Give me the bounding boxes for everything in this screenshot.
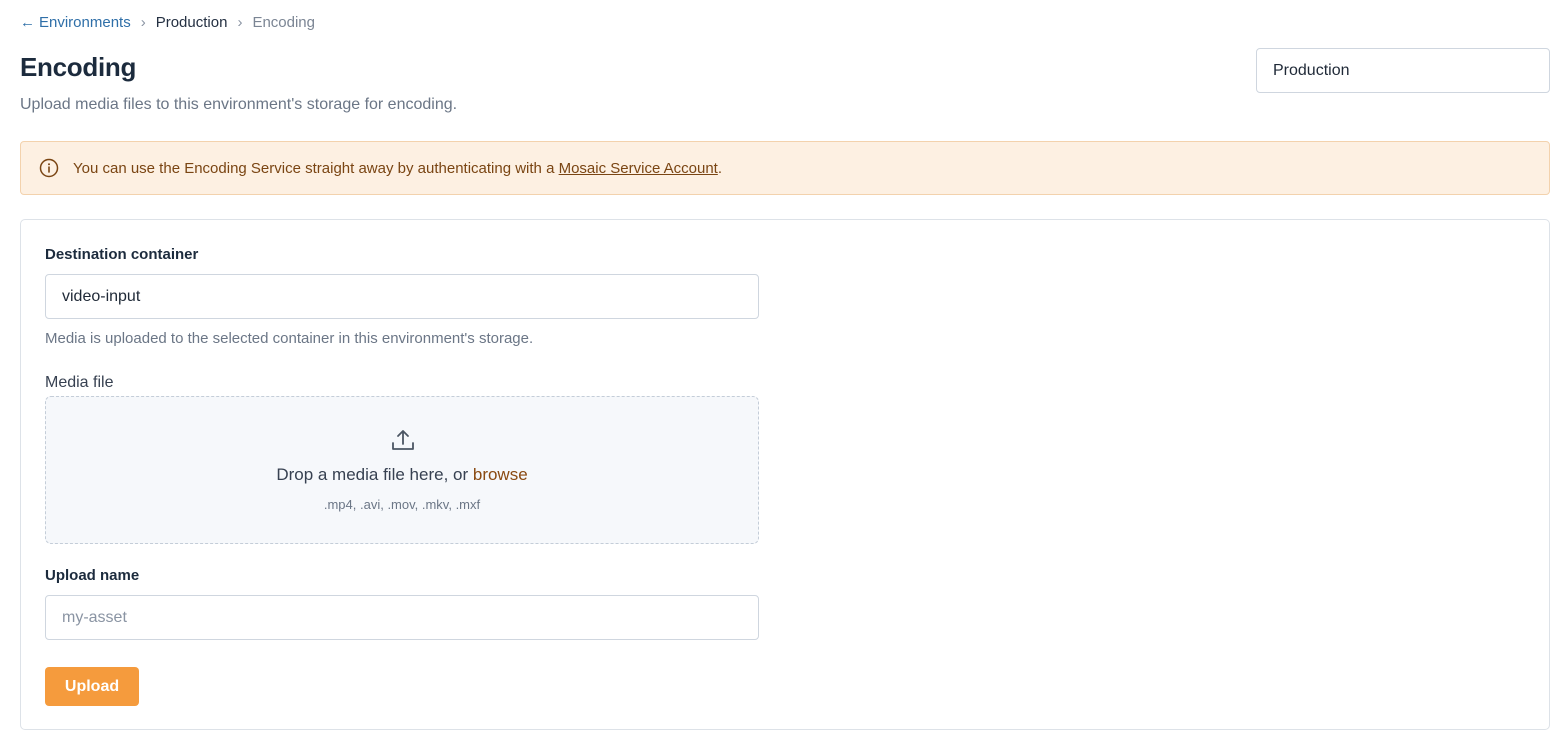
upload-form-card: Destination container video-input Media …: [20, 219, 1550, 730]
alert-message: You can use the Encoding Service straigh…: [73, 160, 722, 177]
browse-link[interactable]: browse: [473, 465, 528, 484]
dropzone-text: Drop a media file here, or browse: [46, 465, 758, 485]
page-title: Encoding: [20, 52, 137, 82]
breadcrumb-production-link[interactable]: Production: [156, 14, 228, 31]
upload-name-placeholder: my-asset: [62, 608, 127, 626]
destination-container-value: video-input: [62, 287, 141, 305]
breadcrumb-separator-icon: ›: [140, 13, 146, 31]
environment-select-value: Production: [1273, 61, 1350, 79]
dropzone-instruction: Drop a media file here, or: [276, 465, 473, 484]
destination-container-label: Destination container: [45, 246, 199, 263]
alert-text-end: .: [717, 159, 723, 177]
destination-container-help: Media is uploaded to the selected contai…: [45, 330, 534, 347]
page-subtitle: Upload media files to this environment's…: [20, 96, 458, 113]
upload-name-input[interactable]: my-asset: [45, 595, 759, 640]
service-account-link[interactable]: Mosaic Service Account: [559, 160, 718, 177]
environment-select[interactable]: Production: [1256, 48, 1550, 93]
breadcrumb-back-link[interactable]: ← Environments: [20, 14, 131, 31]
media-file-dropzone[interactable]: Drop a media file here, or browse .mp4, …: [45, 396, 759, 544]
upload-name-label: Upload name: [45, 567, 140, 584]
arrow-left-icon: ←: [20, 13, 35, 31]
info-alert: You can use the Encoding Service straigh…: [20, 141, 1550, 195]
breadcrumb: ← Environments › Production › Encoding: [20, 12, 315, 32]
destination-container-select[interactable]: video-input: [45, 274, 759, 319]
alert-text: You can use the Encoding Service straigh…: [73, 159, 559, 177]
upload-icon: [392, 430, 414, 450]
breadcrumb-current: Encoding: [252, 13, 315, 31]
accepted-file-types: .mp4, .avi, .mov, .mkv, .mxf: [323, 497, 481, 512]
upload-button[interactable]: Upload: [45, 667, 139, 706]
breadcrumb-separator-icon: ›: [237, 13, 243, 31]
info-icon: [39, 158, 59, 178]
breadcrumb-environments-label: Environments: [39, 13, 131, 31]
media-file-label: Media file: [45, 374, 114, 391]
